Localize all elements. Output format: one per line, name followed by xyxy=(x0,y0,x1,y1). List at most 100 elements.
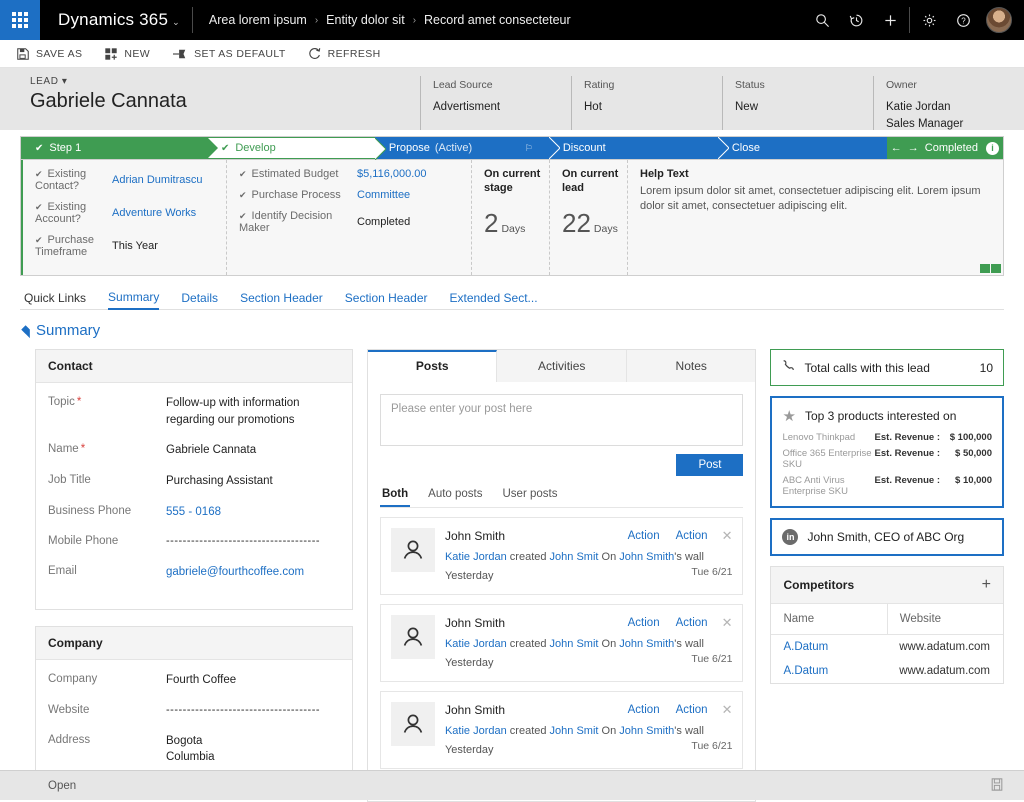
header-field-rating[interactable]: Rating Hot xyxy=(571,76,722,130)
field-job-title[interactable]: Job Title Purchasing Assistant xyxy=(48,473,340,490)
field-company[interactable]: Company Fourth Coffee xyxy=(48,672,340,689)
process-resize-controls[interactable] xyxy=(980,264,1001,273)
process-field-purchase-process[interactable]: ✔Purchase Process Committee xyxy=(239,189,461,201)
process-field-value[interactable]: Adrian Dumitrascu xyxy=(112,174,216,186)
column-header-name[interactable]: Name xyxy=(771,604,887,635)
field-email[interactable]: Email gabriele@fourthcoffee.com xyxy=(48,564,340,581)
post-body-object[interactable]: John Smit xyxy=(550,725,599,737)
header-field-status[interactable]: Status New xyxy=(722,76,873,130)
field-topic[interactable]: Topic* Follow-up with information regard… xyxy=(48,395,340,428)
post-body-object[interactable]: John Smit xyxy=(550,551,599,563)
close-icon[interactable]: ✕ xyxy=(722,528,733,544)
post-action-2[interactable]: Action xyxy=(676,530,708,542)
post-action-1[interactable]: Action xyxy=(628,530,660,542)
history-icon[interactable] xyxy=(839,0,873,40)
close-icon[interactable]: ✕ xyxy=(722,615,733,631)
process-stage-propose[interactable]: Propose (Active) ⚐ xyxy=(375,137,549,159)
field-name[interactable]: Name* Gabriele Cannata xyxy=(48,442,340,459)
save-icon[interactable] xyxy=(990,777,1004,795)
tab-section-header-1[interactable]: Section Header xyxy=(240,286,323,310)
post-action-1[interactable]: Action xyxy=(628,704,660,716)
tab-summary[interactable]: Summary xyxy=(108,286,159,310)
process-field-purchase-timeframe[interactable]: ✔Purchase Timeframe This Year xyxy=(35,234,216,258)
save-as-button[interactable]: SAVE AS xyxy=(16,47,82,61)
arrow-right-icon[interactable]: → xyxy=(908,142,919,154)
process-stage-develop[interactable]: ✔ Develop xyxy=(207,137,375,159)
post-action-2[interactable]: Action xyxy=(676,617,708,629)
field-website[interactable]: Website --------------------------------… xyxy=(48,703,340,719)
tab-extended-section[interactable]: Extended Sect... xyxy=(450,286,538,310)
linkedin-card[interactable]: in John Smith, CEO of ABC Org xyxy=(770,518,1004,556)
competitor-name[interactable]: A.Datum xyxy=(771,659,887,683)
product-row[interactable]: ABC Anti Virus Enterprise SKU Est. Reven… xyxy=(782,475,992,497)
help-icon[interactable]: ? xyxy=(946,0,980,40)
app-brand[interactable]: Dynamics 365⌄ xyxy=(40,10,190,30)
process-field-value[interactable]: Committee xyxy=(357,189,461,201)
arrow-left-icon[interactable]: ← xyxy=(891,142,902,154)
filter-auto-posts[interactable]: Auto posts xyxy=(426,484,484,507)
refresh-button[interactable]: REFRESH xyxy=(308,47,381,61)
table-row[interactable]: A.Datum www.adatum.com xyxy=(771,635,1003,660)
header-field-lead-source[interactable]: Lead Source Advertisment xyxy=(420,76,571,130)
table-row[interactable]: A.Datum www.adatum.com xyxy=(771,659,1003,683)
post-action-2[interactable]: Action xyxy=(676,704,708,716)
filter-user-posts[interactable]: User posts xyxy=(501,484,560,507)
info-icon[interactable]: i xyxy=(986,142,999,155)
process-field-value[interactable]: $5,116,000.00 xyxy=(357,168,461,180)
process-field-value[interactable]: Adventure Works xyxy=(112,207,216,219)
process-stage-close[interactable]: Close xyxy=(718,137,887,159)
gear-icon[interactable] xyxy=(912,0,946,40)
tab-posts[interactable]: Posts xyxy=(368,350,498,382)
filter-both[interactable]: Both xyxy=(380,484,410,507)
field-mobile-phone[interactable]: Mobile Phone ---------------------------… xyxy=(48,534,340,550)
process-field-identify-decision-maker[interactable]: ✔Identify Decision Maker Completed xyxy=(239,210,461,234)
process-stage-step1[interactable]: ✔ Step 1 xyxy=(21,137,207,159)
tab-section-header-2[interactable]: Section Header xyxy=(345,286,428,310)
search-icon[interactable] xyxy=(805,0,839,40)
breadcrumb-item-area[interactable]: Area lorem ipsum xyxy=(209,13,307,27)
header-field-owner[interactable]: Owner Katie Jordan Sales Manager xyxy=(873,76,1024,130)
column-header-website[interactable]: Website xyxy=(887,604,1003,635)
process-stage-discount[interactable]: Discount xyxy=(549,137,718,159)
post-body-actor[interactable]: Katie Jordan xyxy=(445,725,507,737)
total-calls-card[interactable]: Total calls with this lead 10 xyxy=(770,349,1004,386)
add-competitor-button[interactable]: + xyxy=(982,576,991,594)
post-body-object[interactable]: John Smit xyxy=(550,638,599,650)
process-field-existing-contact[interactable]: ✔Existing Contact? Adrian Dumitrascu xyxy=(35,168,216,192)
avatar[interactable] xyxy=(986,7,1012,33)
product-row[interactable]: Office 365 Enterprise SKU Est. Revenue :… xyxy=(782,448,992,470)
post-body-target[interactable]: John Smith xyxy=(619,551,674,563)
new-button[interactable]: NEW xyxy=(104,47,150,61)
waffle-grid-icon[interactable] xyxy=(0,0,40,40)
process-field-existing-account[interactable]: ✔Existing Account? Adventure Works xyxy=(35,201,216,225)
field-address[interactable]: Address Bogota Columbia xyxy=(48,733,340,766)
check-icon: ✔ xyxy=(221,143,229,154)
product-row[interactable]: Lenovo Thinkpad Est. Revenue : $ 100,000 xyxy=(782,432,992,443)
section-header-summary[interactable]: Summary xyxy=(24,322,1024,339)
set-as-default-button[interactable]: SET AS DEFAULT xyxy=(172,47,286,61)
collapse-triangle-icon[interactable] xyxy=(21,325,34,338)
post-button[interactable]: Post xyxy=(676,454,743,476)
post-body-target[interactable]: John Smith xyxy=(619,725,674,737)
breadcrumb-item-record[interactable]: Record amet consecteteur xyxy=(424,13,571,27)
field-value[interactable]: 555 - 0168 xyxy=(166,504,340,521)
chevron-down-icon[interactable]: ⌄ xyxy=(172,17,180,27)
post-body-actor[interactable]: Katie Jordan xyxy=(445,638,507,650)
process-field-estimated-budget[interactable]: ✔Estimated Budget $5,116,000.00 xyxy=(239,168,461,180)
post-body-actor[interactable]: Katie Jordan xyxy=(445,551,507,563)
field-value[interactable]: gabriele@fourthcoffee.com xyxy=(166,564,340,581)
post-composer-input[interactable]: Please enter your post here xyxy=(380,394,744,446)
competitor-name[interactable]: A.Datum xyxy=(771,635,887,660)
close-icon[interactable]: ✕ xyxy=(722,702,733,718)
tab-activities[interactable]: Activities xyxy=(497,350,627,382)
tab-quick-links[interactable]: Quick Links xyxy=(24,286,86,310)
field-business-phone[interactable]: Business Phone 555 - 0168 xyxy=(48,504,340,521)
mark-completed-button[interactable]: Completed xyxy=(925,142,978,154)
plus-icon[interactable] xyxy=(873,0,907,40)
tab-details[interactable]: Details xyxy=(181,286,218,310)
post-action-1[interactable]: Action xyxy=(628,617,660,629)
record-type-selector[interactable]: LEAD ▾ xyxy=(30,76,420,87)
post-body-target[interactable]: John Smith xyxy=(619,638,674,650)
breadcrumb-item-entity[interactable]: Entity dolor sit xyxy=(326,13,405,27)
tab-notes[interactable]: Notes xyxy=(627,350,756,382)
